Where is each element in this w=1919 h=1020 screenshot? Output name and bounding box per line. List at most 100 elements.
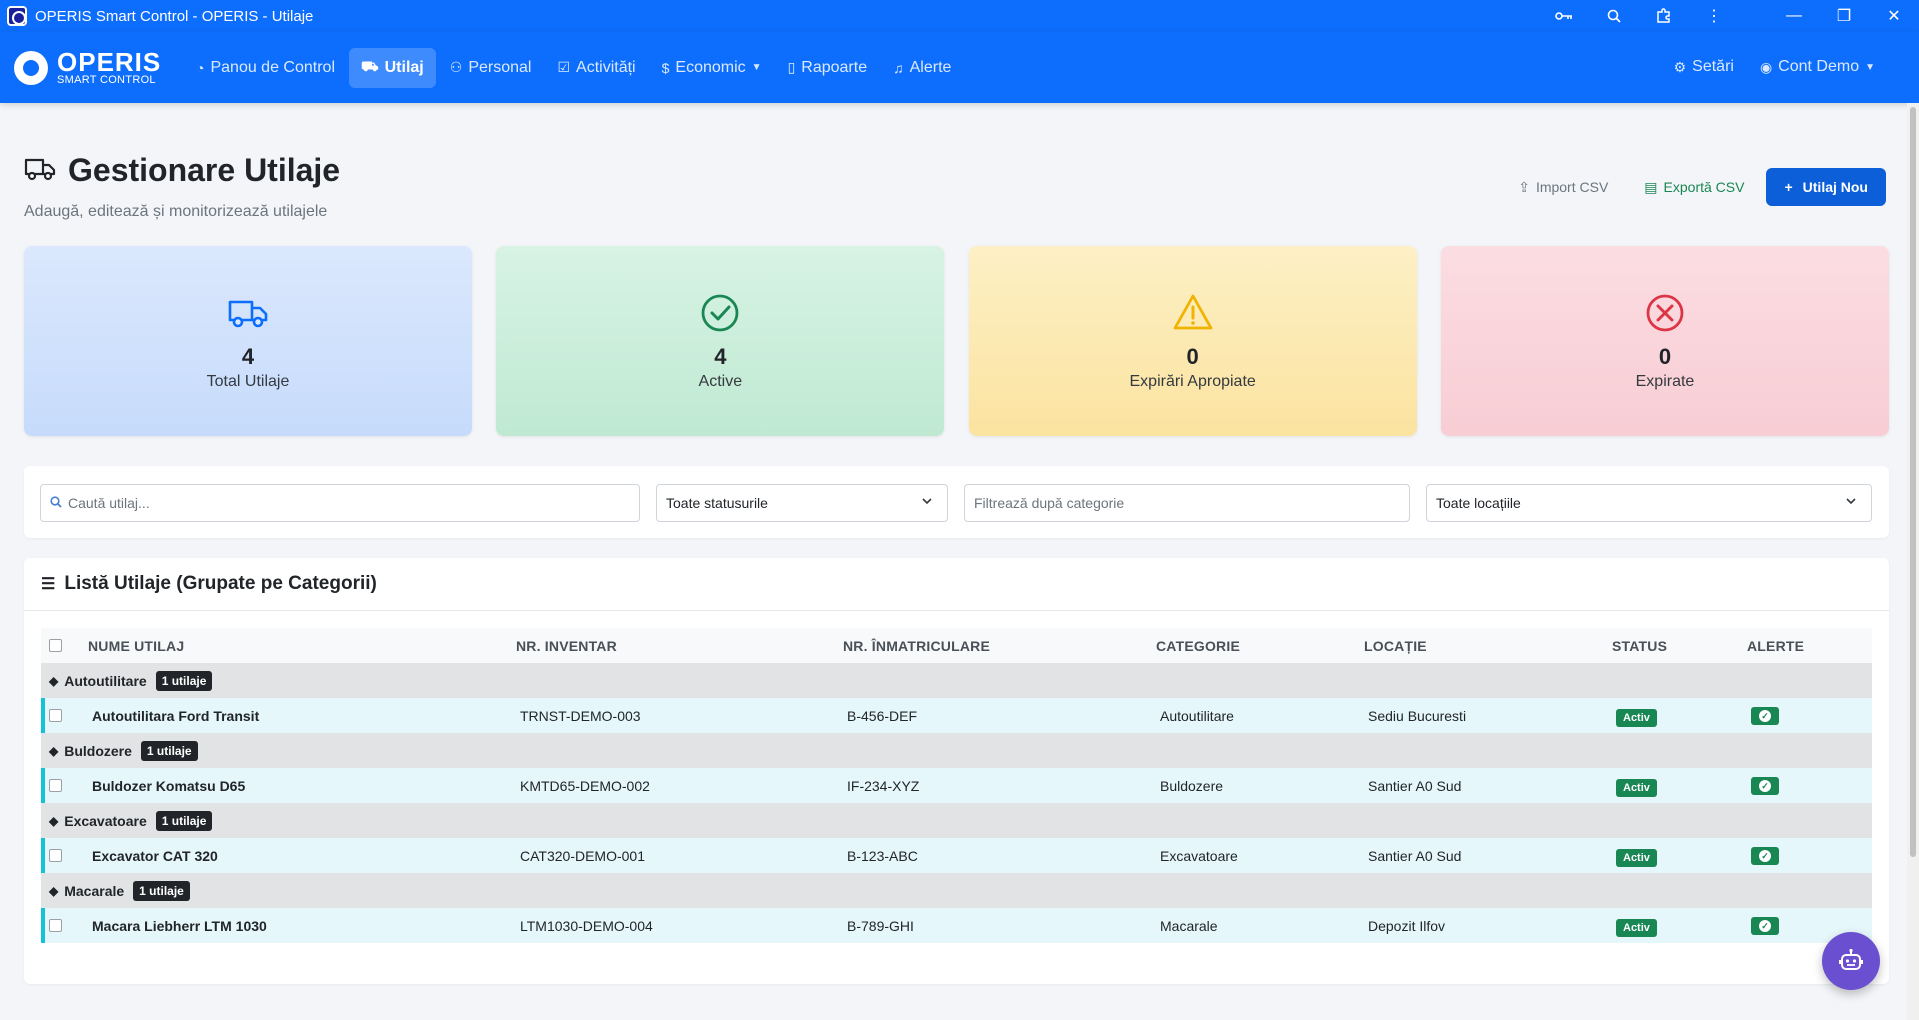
- bell-icon: ♫: [893, 59, 904, 76]
- page-title-text: Gestionare Utilaje: [68, 152, 341, 188]
- row-checkbox[interactable]: [49, 849, 62, 862]
- col-header-category[interactable]: Categorie: [1156, 638, 1364, 654]
- user-circle-icon: ◉: [1759, 58, 1773, 75]
- nav-alerte[interactable]: ♫ Alerte: [881, 48, 963, 88]
- page-subtitle: Adaugă, editează și monitorizează utilaj…: [24, 203, 328, 220]
- cell-name[interactable]: Excavator CAT 320: [92, 848, 520, 864]
- close-button[interactable]: ✕: [1869, 0, 1919, 32]
- row-checkbox[interactable]: [49, 919, 62, 932]
- stat-value: 4: [241, 343, 255, 369]
- status-badge: Activ: [1616, 918, 1657, 937]
- nav-panou-control[interactable]: ◔ Panou de Control: [184, 48, 347, 88]
- extension-icon[interactable]: [1639, 0, 1689, 32]
- caret-down-icon: ▼: [751, 62, 762, 73]
- nav-label: Rapoarte: [801, 58, 868, 76]
- search-input[interactable]: Caută utilaj...: [40, 484, 640, 522]
- cell-name[interactable]: Buldozer Komatsu D65: [92, 778, 520, 794]
- scrollbar-thumb[interactable]: [1910, 107, 1916, 857]
- stat-card-expiring: 0 Expirări Apropiate: [968, 246, 1417, 436]
- col-header-status[interactable]: Status: [1612, 638, 1747, 654]
- group-count-badge: 1 utilaje: [140, 740, 198, 761]
- row-checkbox[interactable]: [49, 779, 62, 792]
- more-vert-icon[interactable]: ⋮: [1689, 0, 1739, 32]
- col-header-location[interactable]: Locație: [1364, 638, 1612, 654]
- nav-utilaj[interactable]: ⛟ Utilaj: [349, 47, 436, 88]
- category-group-row[interactable]: ◆ Buldozere 1 utilaje: [41, 733, 1872, 768]
- cell-inventory: CAT320-DEMO-001: [520, 847, 646, 864]
- page-scrollbar[interactable]: [1907, 103, 1919, 1020]
- table-header-row: Nume Utilaj Nr. Inventar Nr. Înmatricula…: [41, 628, 1872, 663]
- chatbot-button[interactable]: [1822, 932, 1880, 990]
- table-row[interactable]: Buldozer Komatsu D65 KMTD65-DEMO-002 IF-…: [41, 768, 1872, 803]
- cell-plate: B-123-ABC: [847, 847, 918, 864]
- cell-inventory: KMTD65-DEMO-002: [520, 777, 650, 794]
- table-row[interactable]: Excavator CAT 320 CAT320-DEMO-001 B-123-…: [41, 838, 1872, 873]
- equipment-list-title: Listă Utilaje (Grupate pe Categorii): [64, 573, 377, 594]
- truck-icon: [228, 300, 268, 328]
- location-select[interactable]: Toate locațiile: [1426, 484, 1872, 522]
- category-group-row[interactable]: ◆ Excavatoare 1 utilaje: [41, 803, 1872, 838]
- group-name: Excavatoare: [64, 812, 147, 829]
- cell-category: Excavatoare: [1160, 847, 1238, 864]
- status-badge: Activ: [1616, 848, 1657, 867]
- brand-logo-link[interactable]: OPERIS SMART CONTROL: [14, 49, 184, 86]
- category-filter-input[interactable]: Filtrează după categorie: [964, 484, 1410, 522]
- col-header-inventory[interactable]: Nr. Inventar: [516, 638, 843, 654]
- export-csv-button[interactable]: ▤ Exportă CSV: [1630, 168, 1758, 206]
- group-name: Buldozere: [64, 742, 132, 759]
- new-equipment-button[interactable]: + Utilaj Nou: [1766, 168, 1886, 206]
- col-header-plate[interactable]: Nr. Înmatriculare: [843, 638, 1156, 654]
- warning-triangle-icon: [1173, 294, 1213, 330]
- stat-value: 4: [714, 343, 727, 369]
- cell-name[interactable]: Autoutilitara Ford Transit: [92, 708, 520, 724]
- alert-ok-badge: ✓: [1751, 707, 1779, 726]
- equipment-list-card: ☰ Listă Utilaje (Grupate pe Categorii) N…: [24, 558, 1889, 984]
- equipment-table: Nume Utilaj Nr. Inventar Nr. Înmatricula…: [41, 628, 1872, 943]
- cell-category: Autoutilitare: [1160, 707, 1234, 724]
- document-icon: ▯: [787, 59, 796, 75]
- page-header: Gestionare Utilaje Adaugă, editează și m…: [24, 152, 340, 221]
- key-icon[interactable]: [1539, 0, 1589, 32]
- status-select[interactable]: Toate statusurile: [656, 484, 948, 522]
- x-circle-icon: [1646, 294, 1684, 332]
- app-icon: [7, 6, 27, 26]
- minimize-button[interactable]: —: [1769, 0, 1819, 32]
- nav-setari[interactable]: ⚙ Setări: [1662, 47, 1746, 87]
- button-label: Utilaj Nou: [1802, 179, 1868, 195]
- restore-button[interactable]: ❐: [1819, 0, 1869, 32]
- nav-economic[interactable]: $ Economic ▼: [650, 48, 774, 88]
- nav-account[interactable]: ◉ Cont Demo ▼: [1748, 47, 1887, 87]
- alert-ok-badge: ✓: [1751, 917, 1779, 936]
- stat-label: Expirate: [1635, 373, 1695, 391]
- alert-ok-badge: ✓: [1751, 777, 1779, 796]
- category-group-row[interactable]: ◆ Autoutilitare 1 utilaje: [41, 663, 1872, 698]
- search-icon: [50, 495, 62, 511]
- import-csv-button[interactable]: ⇪ Import CSV: [1504, 168, 1622, 206]
- check-icon: ✓: [1759, 780, 1771, 793]
- nav-activitati[interactable]: ☑ Activități: [545, 48, 647, 88]
- nav-rapoarte[interactable]: ▯ Rapoarte: [776, 48, 880, 88]
- cell-location: Santier A0 Sud: [1368, 777, 1462, 794]
- stat-card-expired: 0 Expirate: [1440, 246, 1889, 436]
- top-navbar: OPERIS SMART CONTROL ◔ Panou de Control …: [0, 32, 1919, 103]
- row-checkbox[interactable]: [49, 709, 62, 722]
- col-header-name[interactable]: Nume Utilaj: [88, 638, 516, 654]
- group-name: Macarale: [64, 882, 125, 899]
- col-header-alerts[interactable]: Alerte: [1747, 638, 1867, 654]
- cell-plate: B-456-DEF: [847, 707, 918, 724]
- nav-personal[interactable]: ⚇ Personal: [438, 48, 544, 88]
- select-all-checkbox[interactable]: [49, 639, 62, 652]
- check-icon: ✓: [1759, 920, 1771, 933]
- tag-icon: ◆: [49, 883, 59, 898]
- cell-name[interactable]: Macara Liebherr LTM 1030: [92, 918, 520, 934]
- table-row[interactable]: Macara Liebherr LTM 1030 LTM1030-DEMO-00…: [41, 908, 1872, 943]
- stats-row: 4 Total Utilaje 4 Active 0 Expirări Apro…: [24, 246, 1889, 436]
- category-group-row[interactable]: ◆ Macarale 1 utilaje: [41, 873, 1872, 908]
- list-icon: ☰: [41, 576, 56, 593]
- zoom-icon[interactable]: [1589, 0, 1639, 32]
- button-label: Import CSV: [1535, 179, 1609, 195]
- filters-bar: Caută utilaj... Toate statusurile Filtre…: [24, 466, 1889, 538]
- check-icon: ✓: [1759, 850, 1771, 863]
- table-row[interactable]: Autoutilitara Ford Transit TRNST-DEMO-00…: [41, 698, 1872, 733]
- operis-logo-icon: [14, 50, 48, 85]
